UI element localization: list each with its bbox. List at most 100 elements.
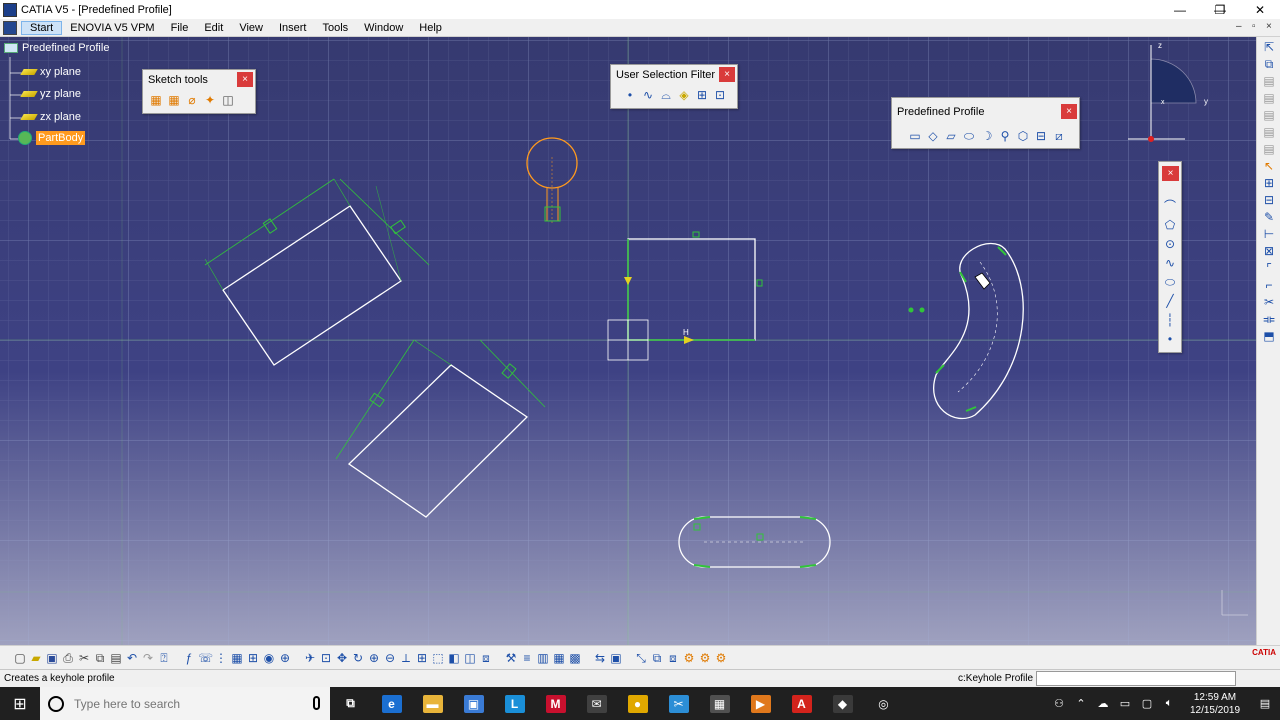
corner-icon[interactable]: ⌜	[1262, 261, 1276, 275]
close-button[interactable]: ✕	[1240, 0, 1280, 19]
constraint-orange-icon-3[interactable]: ⚙	[714, 651, 728, 665]
toolbar-header[interactable]: Sketch tools ×	[143, 70, 255, 90]
circle-icon[interactable]: ⊙	[1163, 237, 1177, 251]
print-icon[interactable]: ⎙	[61, 651, 75, 665]
taskbar-app-mcafee[interactable]: M	[535, 687, 576, 720]
snap-display-icon[interactable]: ▩	[568, 651, 582, 665]
point-filter-icon[interactable]: •	[623, 88, 637, 102]
table-icon[interactable]: ▦	[230, 651, 244, 665]
measure-icon[interactable]: ◉	[262, 651, 276, 665]
hide-show-icon[interactable]: ◫	[463, 651, 477, 665]
rotate-icon[interactable]: ↻	[351, 651, 365, 665]
document-icon[interactable]	[3, 20, 17, 35]
constraint-icon[interactable]: ⊢	[1262, 227, 1276, 241]
save-icon[interactable]: ▣	[45, 651, 59, 665]
cylindrical-elongated-hole-icon[interactable]: ☽	[980, 129, 994, 143]
taskbar-app-recorder[interactable]: ◎	[863, 687, 904, 720]
comment-icon[interactable]: ☏	[198, 651, 213, 665]
redo-icon[interactable]: ↷	[141, 651, 155, 665]
catalog-icon[interactable]: ⊞	[246, 651, 260, 665]
chamfer-icon[interactable]: ⌐	[1262, 278, 1276, 292]
pan-icon[interactable]: ✥	[335, 651, 349, 665]
grid-icon[interactable]: ▦	[149, 93, 163, 107]
snap-to-point-icon[interactable]: ▦	[167, 93, 181, 107]
tree-item-zx-plane[interactable]: zx plane	[20, 111, 81, 123]
menu-file[interactable]: File	[163, 22, 197, 34]
maximize-button[interactable]: ❐	[1200, 0, 1240, 19]
battery-icon[interactable]: ▭	[1114, 697, 1136, 710]
sketch-workspace[interactable]: H z y x Predefined Profile xy plane yz p…	[0, 37, 1256, 645]
oriented-rectangle-icon[interactable]: ◇	[926, 129, 940, 143]
zoom-out-icon[interactable]: ⊖	[383, 651, 397, 665]
construction-element-icon[interactable]: ⌀	[185, 93, 199, 107]
taskbar-app-calculator[interactable]: ▦	[699, 687, 740, 720]
geometric-constraints-icon[interactable]: ✦	[203, 93, 217, 107]
undo-icon[interactable]: ↶	[125, 651, 139, 665]
taskbar-app-acrobat[interactable]: A	[781, 687, 822, 720]
taskbar-app-media[interactable]: ▶	[740, 687, 781, 720]
mdi-minimize-button[interactable]: –	[1236, 21, 1242, 32]
menu-view[interactable]: View	[231, 22, 271, 34]
grayed-tool-icon[interactable]: ▤	[1262, 142, 1276, 156]
predefined-profile-toolbar[interactable]: Predefined Profile × ▭ ◇ ▱ ⬭ ☽ ⚲ ⬡ ⊟ ⧄	[891, 97, 1080, 149]
taskbar-app-catia[interactable]: ◆	[822, 687, 863, 720]
close-icon[interactable]: ×	[1162, 166, 1179, 181]
mdi-close-button[interactable]: ×	[1266, 21, 1272, 32]
fix-together-icon[interactable]: ⊠	[1262, 244, 1276, 258]
visualization-icon[interactable]: ⇆	[593, 651, 607, 665]
layer-icon[interactable]: ⧉	[650, 651, 664, 665]
pencil-icon[interactable]: ✎	[1262, 210, 1276, 224]
copy-icon[interactable]: ⧉	[93, 651, 107, 665]
taskbar-app-file-explorer[interactable]: ▬	[412, 687, 453, 720]
chevron-up-icon[interactable]: ⌃	[1070, 697, 1092, 710]
tree-item-xy-plane[interactable]: xy plane	[20, 66, 81, 78]
grid-tool-icon[interactable]: ⊞	[1262, 176, 1276, 190]
sketch-analysis-icon[interactable]: ▤	[1262, 74, 1276, 88]
command-input[interactable]	[1036, 671, 1236, 686]
taskbar-app-edge[interactable]: e	[371, 687, 412, 720]
notification-icon[interactable]: ▤	[1250, 697, 1280, 710]
grid-display-icon[interactable]: ▦	[552, 651, 566, 665]
surface-filter-icon[interactable]: ⌓	[659, 88, 673, 102]
multi-view-icon[interactable]: ⊞	[415, 651, 429, 665]
menu-help[interactable]: Help	[411, 22, 450, 34]
volume-icon[interactable]: 🔈︎	[1158, 697, 1180, 710]
taskbar-app-snip[interactable]: ✂	[658, 687, 699, 720]
cut-by-plane-icon[interactable]: ⚒	[504, 651, 518, 665]
stack-icon[interactable]: ⧈	[666, 651, 680, 665]
grayed-tool-icon[interactable]: ▤	[1262, 91, 1276, 105]
sketch-solving-icon[interactable]: ≡	[520, 651, 534, 665]
constraint-orange-icon-2[interactable]: ⚙	[698, 651, 712, 665]
grayed-tool-icon[interactable]: ▤	[1262, 108, 1276, 122]
menu-window[interactable]: Window	[356, 22, 411, 34]
minimize-button[interactable]: —	[1160, 0, 1200, 19]
swap-visible-space-icon[interactable]: ⧈	[479, 651, 493, 665]
iso-view-icon[interactable]: ⬚	[431, 651, 445, 665]
dimensional-constraints-icon[interactable]: ◫	[221, 93, 235, 107]
close-icon[interactable]: ×	[1061, 104, 1077, 119]
close-icon[interactable]: ×	[237, 72, 253, 87]
windows-start-button[interactable]: ⊞	[0, 687, 40, 720]
taskbar-app-mail[interactable]: ✉	[576, 687, 617, 720]
exit-workbench-icon[interactable]: ⇱	[1262, 40, 1276, 54]
taskbar-app-task-view[interactable]: ⧉	[330, 687, 371, 720]
elongated-hole-icon[interactable]: ⬭	[962, 129, 976, 143]
hexagon-icon[interactable]: ⬡	[1016, 129, 1030, 143]
close-icon[interactable]: ×	[719, 67, 735, 82]
profile-vertical-toolbar[interactable]: × ⌒ ⬠ ⊙ ∿ ⬭ ╱ ┆ •	[1158, 161, 1182, 353]
taskbar-app-chrome[interactable]: ●	[617, 687, 658, 720]
geometrical-element-filter-icon[interactable]: ⊡	[713, 88, 727, 102]
profile-icon[interactable]: ⌒	[1163, 199, 1177, 213]
tree-root-predefined-profile[interactable]: Predefined Profile	[4, 42, 109, 54]
trim-icon[interactable]: ✂	[1262, 295, 1276, 309]
menu-tools[interactable]: Tools	[314, 22, 356, 34]
menu-insert[interactable]: Insert	[271, 22, 315, 34]
axis-icon[interactable]: ┆	[1163, 313, 1177, 327]
taskbar-search[interactable]	[40, 687, 330, 720]
no-3d-background-icon[interactable]: ▥	[536, 651, 550, 665]
zoom-in-icon[interactable]: ⊕	[367, 651, 381, 665]
taskbar-app-store[interactable]: ▣	[453, 687, 494, 720]
user-selection-filter-toolbar[interactable]: User Selection Filter × • ∿ ⌓ ◈ ⊞ ⊡	[610, 64, 738, 109]
fly-mode-icon[interactable]: ✈	[303, 651, 317, 665]
menu-edit[interactable]: Edit	[196, 22, 231, 34]
